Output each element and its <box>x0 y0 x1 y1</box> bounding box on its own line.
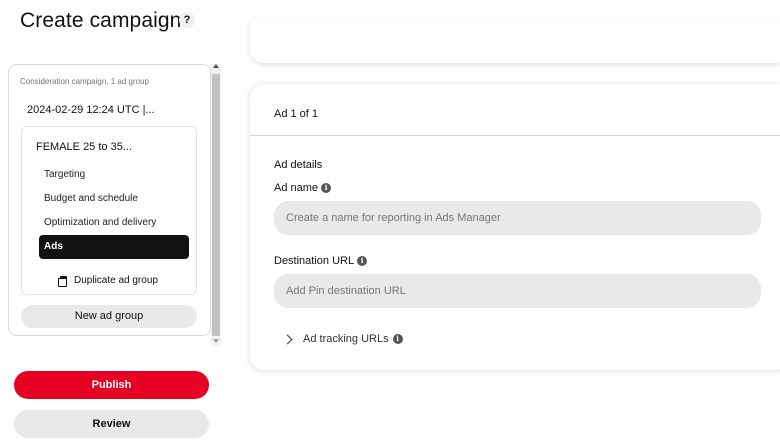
info-icon[interactable]: i <box>357 256 368 266</box>
campaign-name-link[interactable]: 2024-02-29 12:24 UTC |... <box>27 104 155 116</box>
nav-item-ads[interactable]: Ads <box>39 235 189 259</box>
ad-tracking-urls-toggle[interactable]: Ad tracking URLs i <box>282 333 403 345</box>
scroll-thumb[interactable] <box>212 74 220 336</box>
nav-item-optimization-delivery[interactable]: Optimization and delivery <box>39 211 189 235</box>
ad-name-label-text: Ad name <box>274 182 319 194</box>
ad-tracking-urls-label: Ad tracking URLs <box>303 333 389 345</box>
destination-url-label: Destination URL i <box>274 255 368 267</box>
duplicate-ad-group-button[interactable]: Duplicate ad group <box>58 275 158 287</box>
divider <box>250 135 780 136</box>
section-title-ad-details: Ad details <box>274 159 323 171</box>
nav-item-targeting[interactable]: Targeting <box>39 163 189 187</box>
previous-section-card <box>250 20 780 63</box>
scroll-up-arrow-icon[interactable] <box>213 64 219 68</box>
campaign-caption: Consideration campaign, 1 ad group <box>20 77 149 86</box>
ad-counter: Ad 1 of 1 <box>274 108 319 120</box>
page-title: Create campaign <box>20 9 182 32</box>
ad-details-card: Ad 1 of 1 Ad details Ad name i Destinati… <box>250 84 780 370</box>
duplicate-ad-group-label: Duplicate ad group <box>74 275 158 286</box>
nav-item-budget-schedule[interactable]: Budget and schedule <box>39 187 189 211</box>
info-icon[interactable]: i <box>392 334 403 344</box>
destination-url-input[interactable] <box>274 274 761 308</box>
ad-name-input[interactable] <box>274 201 761 235</box>
chevron-right-icon <box>282 334 293 344</box>
review-button[interactable]: Review <box>14 410 209 438</box>
scroll-down-arrow-icon[interactable] <box>213 339 219 343</box>
campaign-nav-panel: Consideration campaign, 1 ad group 2024-… <box>8 64 211 336</box>
destination-url-label-text: Destination URL <box>274 255 355 267</box>
ad-name-label: Ad name i <box>274 182 332 194</box>
help-icon[interactable]: ? <box>179 12 195 28</box>
info-icon[interactable]: i <box>321 183 332 193</box>
duplicate-icon <box>58 275 68 287</box>
ad-group-name[interactable]: FEMALE 25 to 35... <box>36 141 132 153</box>
ad-group-section: FEMALE 25 to 35... Targeting Budget and … <box>21 126 197 295</box>
new-ad-group-button[interactable]: New ad group <box>21 305 197 328</box>
sidebar-scrollbar[interactable] <box>211 64 221 346</box>
publish-button[interactable]: Publish <box>14 371 209 399</box>
